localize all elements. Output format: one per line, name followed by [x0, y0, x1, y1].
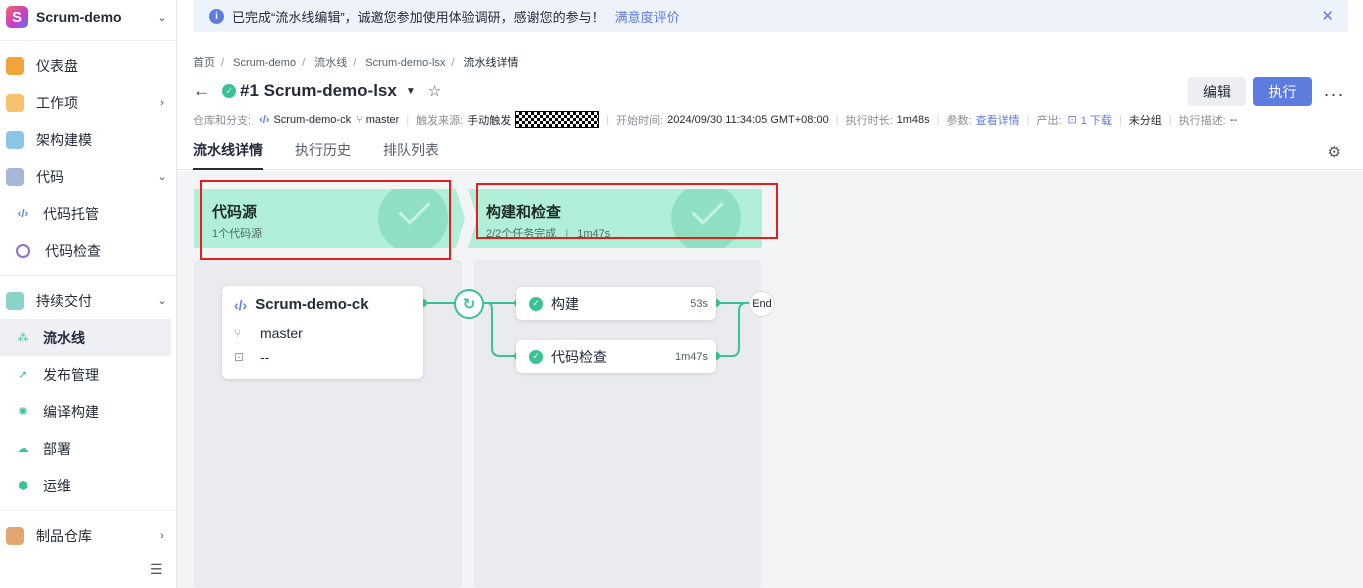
source-extra: --	[260, 349, 270, 365]
end-node: End	[749, 291, 775, 317]
job-card-code-check[interactable]: ✓ 代码检查 1m47s	[516, 340, 716, 373]
job-duration: 53s	[690, 297, 708, 310]
source-card[interactable]: ‹/› Scrum-demo-ck ⑂ master ⊡ --	[222, 286, 423, 379]
success-check-icon: ✓	[529, 296, 543, 311]
job-name: 构建	[551, 295, 579, 312]
branch-icon: ⑂	[234, 326, 242, 340]
job-card-build[interactable]: ✓ 构建 53s	[516, 287, 716, 320]
code-repo-icon: ‹/›	[234, 296, 248, 313]
source-repo-name: Scrum-demo-ck	[255, 296, 369, 313]
job-name: 代码检查	[551, 348, 607, 365]
job-duration: 1m47s	[674, 350, 708, 363]
sync-icon: ↻	[454, 289, 484, 319]
source-branch: master	[260, 325, 303, 341]
package-icon: ⊡	[234, 350, 245, 364]
success-check-icon: ✓	[529, 349, 543, 364]
